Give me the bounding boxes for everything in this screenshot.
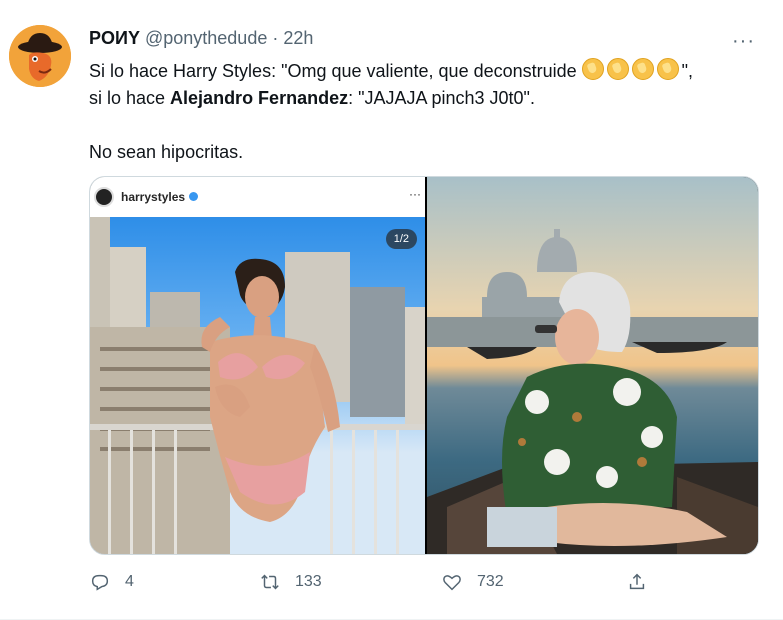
media-image-left[interactable]: harrystyles ··· 1/2 — [90, 177, 425, 554]
instagram-post-header: harrystyles ··· — [90, 177, 425, 217]
clapping-hands-icon — [631, 58, 654, 80]
instagram-more-icon: ··· — [409, 187, 421, 201]
tweet-line-2-bold: Alejandro Fernandez — [170, 88, 349, 108]
tweet-media[interactable]: harrystyles ··· 1/2 — [89, 176, 759, 555]
avatar[interactable] — [9, 25, 71, 87]
more-options-icon[interactable]: ··· — [732, 30, 755, 53]
balcony-scene-illustration — [90, 217, 425, 554]
tweet-line-3: No sean hipocritas. — [89, 142, 244, 162]
retweet-count: 133 — [295, 573, 322, 590]
retweet-action[interactable]: 133 — [259, 566, 322, 598]
clapping-hands-icon — [606, 58, 629, 80]
share-icon[interactable] — [626, 571, 648, 593]
avatar-illustration-icon — [9, 25, 71, 87]
tweet-line-1: Si lo hace Harry Styles: "Omg que valien… — [89, 58, 769, 85]
tweet-text: Si lo hace Harry Styles: "Omg que valien… — [89, 58, 769, 166]
tweet-line-1-prefix: Si lo hace Harry Styles: "Omg que valien… — [89, 61, 582, 81]
like-count: 732 — [477, 573, 504, 590]
tweet-line-2: si lo hace Alejandro Fernandez: "JAJAJA … — [89, 85, 769, 112]
separator-dot: · — [272, 28, 279, 48]
instagram-username-text: harrystyles — [121, 190, 186, 204]
tweet[interactable]: POИY @ponythedude · 22h ··· Si lo hace H… — [0, 0, 783, 620]
media-image-right[interactable] — [427, 177, 758, 554]
reply-icon[interactable] — [89, 571, 111, 593]
instagram-avatar — [94, 187, 114, 207]
reply-count: 4 — [125, 573, 134, 590]
clapping-hands-icon — [581, 58, 604, 80]
timestamp[interactable]: 22h — [283, 28, 313, 48]
username-handle[interactable]: @ponythedude — [145, 28, 267, 48]
tweet-actions-bar: 4 133 732 — [89, 566, 689, 598]
tweet-line-1-suffix: ", — [681, 61, 694, 81]
tweet-line-2-prefix: si lo hace — [89, 88, 171, 108]
share-action[interactable] — [626, 566, 648, 598]
tweet-line-2-suffix: : "JAJAJA pinch3 J0t0". — [348, 88, 535, 108]
carousel-counter: 1/2 — [385, 229, 417, 249]
balcony-photo: 1/2 — [90, 217, 425, 554]
clapping-hands-icon — [656, 58, 679, 80]
verified-badge-icon — [189, 192, 199, 201]
venice-boat-illustration — [427, 229, 758, 554]
instagram-username: harrystyles — [121, 190, 199, 204]
tweet-header: POИY @ponythedude · 22h — [89, 28, 313, 49]
retweet-icon[interactable] — [259, 571, 281, 593]
reply-action[interactable]: 4 — [89, 566, 134, 598]
heart-icon[interactable] — [441, 571, 463, 593]
display-name[interactable]: POИY — [89, 28, 140, 48]
like-action[interactable]: 732 — [441, 566, 504, 598]
